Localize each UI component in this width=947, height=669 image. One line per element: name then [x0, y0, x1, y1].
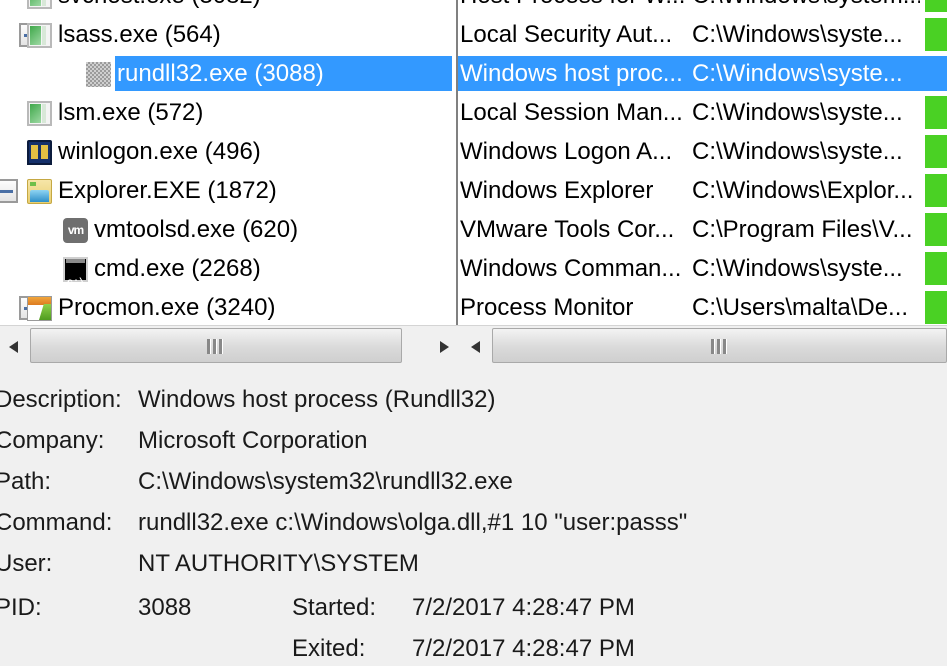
command-label: Command:: [0, 509, 113, 536]
process-name-label: svchost.exe (3082): [58, 0, 261, 15]
company-value: Microsoft Corporation: [138, 427, 368, 454]
life-time-bar: [925, 0, 947, 12]
dither-icon: [86, 62, 111, 87]
process-name-label: Procmon.exe (3240): [58, 294, 276, 321]
process-name-cell[interactable]: vm vmtoolsd.exe (620): [0, 210, 452, 249]
process-description-cell: Windows Explorer: [460, 177, 654, 204]
table-row[interactable]: cmd.exe (2268) Windows Comman... C:\Window…: [0, 249, 947, 288]
process-description-cell: Windows host proc...: [460, 60, 683, 87]
scrollbar-grip-icon: [207, 339, 225, 354]
process-path-cell: C:\Windows\system...: [692, 0, 920, 15]
life-time-bar: [925, 18, 947, 51]
exited-value: 7/2/2017 4:28:47 PM: [412, 635, 635, 662]
process-name-label: vmtoolsd.exe (620): [94, 216, 299, 243]
process-name-cell[interactable]: lsm.exe (572): [0, 93, 452, 132]
service-icon: [27, 0, 52, 9]
process-name-label: lsm.exe (572): [58, 99, 204, 126]
process-path-cell: C:\Program Files\V...: [692, 216, 913, 243]
process-name-label: Explorer.EXE (1872): [58, 177, 277, 204]
process-description-cell: Process Monitor: [460, 294, 634, 321]
company-label: Company:: [0, 427, 105, 454]
process-path-cell: C:\Users\malta\De...: [692, 294, 909, 321]
process-name-cell[interactable]: rundll32.exe (3088): [0, 54, 452, 93]
life-time-bar: [925, 252, 947, 285]
service-icon: [27, 23, 52, 48]
left-scroll-right-arrow-button[interactable]: [428, 326, 458, 367]
process-name-label: winlogon.exe (496): [58, 138, 261, 165]
folder-icon: [27, 179, 52, 204]
process-name-label: cmd.exe (2268): [94, 255, 261, 282]
description-value: Windows host process (Rundll32): [138, 386, 496, 413]
table-row[interactable]: Explorer.EXE (1872) Windows Explorer C:\Wi…: [0, 171, 947, 210]
table-row[interactable]: vm vmtoolsd.exe (620) VMware Tools Cor... C…: [0, 210, 947, 249]
exited-label: Exited:: [292, 635, 366, 662]
winlogon-icon: [27, 140, 52, 165]
right-scroll-left-arrow-button[interactable]: [462, 326, 492, 367]
pid-value: 3088: [138, 594, 192, 621]
user-value: NT AUTHORITY\SYSTEM: [138, 550, 419, 577]
user-label: User:: [0, 550, 53, 577]
process-name-cell[interactable]: lsass.exe (564): [0, 15, 452, 54]
process-name-cell[interactable]: cmd.exe (2268): [0, 249, 452, 288]
process-path-cell: C:\Windows\Explor...: [692, 177, 914, 204]
process-name-label: lsass.exe (564): [58, 21, 221, 48]
table-row[interactable]: Procmon.exe (3240) Process Monitor C:\User…: [0, 288, 947, 325]
table-row[interactable]: lsass.exe (564) Local Security Aut... C:\W…: [0, 15, 947, 54]
process-path-cell: C:\Windows\syste...: [692, 21, 903, 48]
process-tree-list[interactable]: svchost.exe (3082) Host Process for W... C…: [0, 0, 947, 325]
process-description-cell: Windows Logon A...: [460, 138, 673, 165]
procmon-icon: [27, 296, 52, 321]
right-horizontal-scrollbar-thumb[interactable]: [492, 328, 947, 363]
left-scroll-left-arrow-button[interactable]: [0, 326, 30, 367]
cmd-icon: [63, 257, 88, 288]
started-label: Started:: [292, 594, 377, 621]
life-time-bar: [925, 291, 947, 324]
life-time-bar: [925, 135, 947, 168]
left-horizontal-scrollbar-thumb[interactable]: [30, 328, 402, 363]
table-row[interactable]: rundll32.exe (3088) Windows host proc... C…: [0, 54, 947, 93]
process-name-cell[interactable]: winlogon.exe (496): [0, 132, 452, 171]
process-name-label: rundll32.exe (3088): [117, 60, 324, 87]
table-row[interactable]: winlogon.exe (496) Windows Logon A... C:\W…: [0, 132, 947, 171]
path-value: C:\Windows\system32\rundll32.exe: [138, 468, 513, 495]
process-description-cell: Windows Comman...: [460, 255, 682, 282]
process-description-cell: Local Session Man...: [460, 99, 683, 126]
service-icon: [27, 101, 52, 126]
vmware-icon: vm: [63, 218, 88, 243]
tree-collapse-icon[interactable]: [0, 179, 18, 203]
life-time-bar: [925, 213, 947, 246]
process-name-cell[interactable]: svchost.exe (3082): [0, 0, 452, 15]
process-path-cell: C:\Windows\syste...: [692, 255, 903, 282]
process-name-cell[interactable]: Procmon.exe (3240): [0, 288, 452, 325]
path-label: Path:: [0, 468, 52, 495]
process-path-cell: C:\Windows\syste...: [692, 99, 903, 126]
process-description-cell: Local Security Aut...: [460, 21, 673, 48]
command-value: rundll32.exe c:\Windows\olga.dll,#1 10 "…: [138, 509, 688, 536]
right-horizontal-scrollbar-track[interactable]: [492, 328, 947, 363]
description-label: Description:: [0, 386, 122, 413]
scrollbar-grip-icon: [710, 339, 729, 354]
life-time-bar: [925, 96, 947, 129]
table-row[interactable]: svchost.exe (3082) Host Process for W... C…: [0, 0, 947, 15]
started-value: 7/2/2017 4:28:47 PM: [412, 594, 635, 621]
process-detail-panel: Description: Windows host process (Rundl…: [0, 367, 947, 666]
process-name-cell[interactable]: Explorer.EXE (1872): [0, 171, 452, 210]
life-time-bar: [925, 174, 947, 207]
process-path-cell: C:\Windows\syste...: [692, 60, 903, 87]
process-description-cell: Host Process for W...: [460, 0, 688, 15]
process-path-cell: C:\Windows\syste...: [692, 138, 903, 165]
pid-label: PID:: [0, 594, 42, 621]
scrollbar-band: [0, 325, 947, 368]
table-row[interactable]: lsm.exe (572) Local Session Man... C:\Wind…: [0, 93, 947, 132]
process-description-cell: VMware Tools Cor...: [460, 216, 675, 243]
left-horizontal-scrollbar-track[interactable]: [30, 328, 428, 363]
